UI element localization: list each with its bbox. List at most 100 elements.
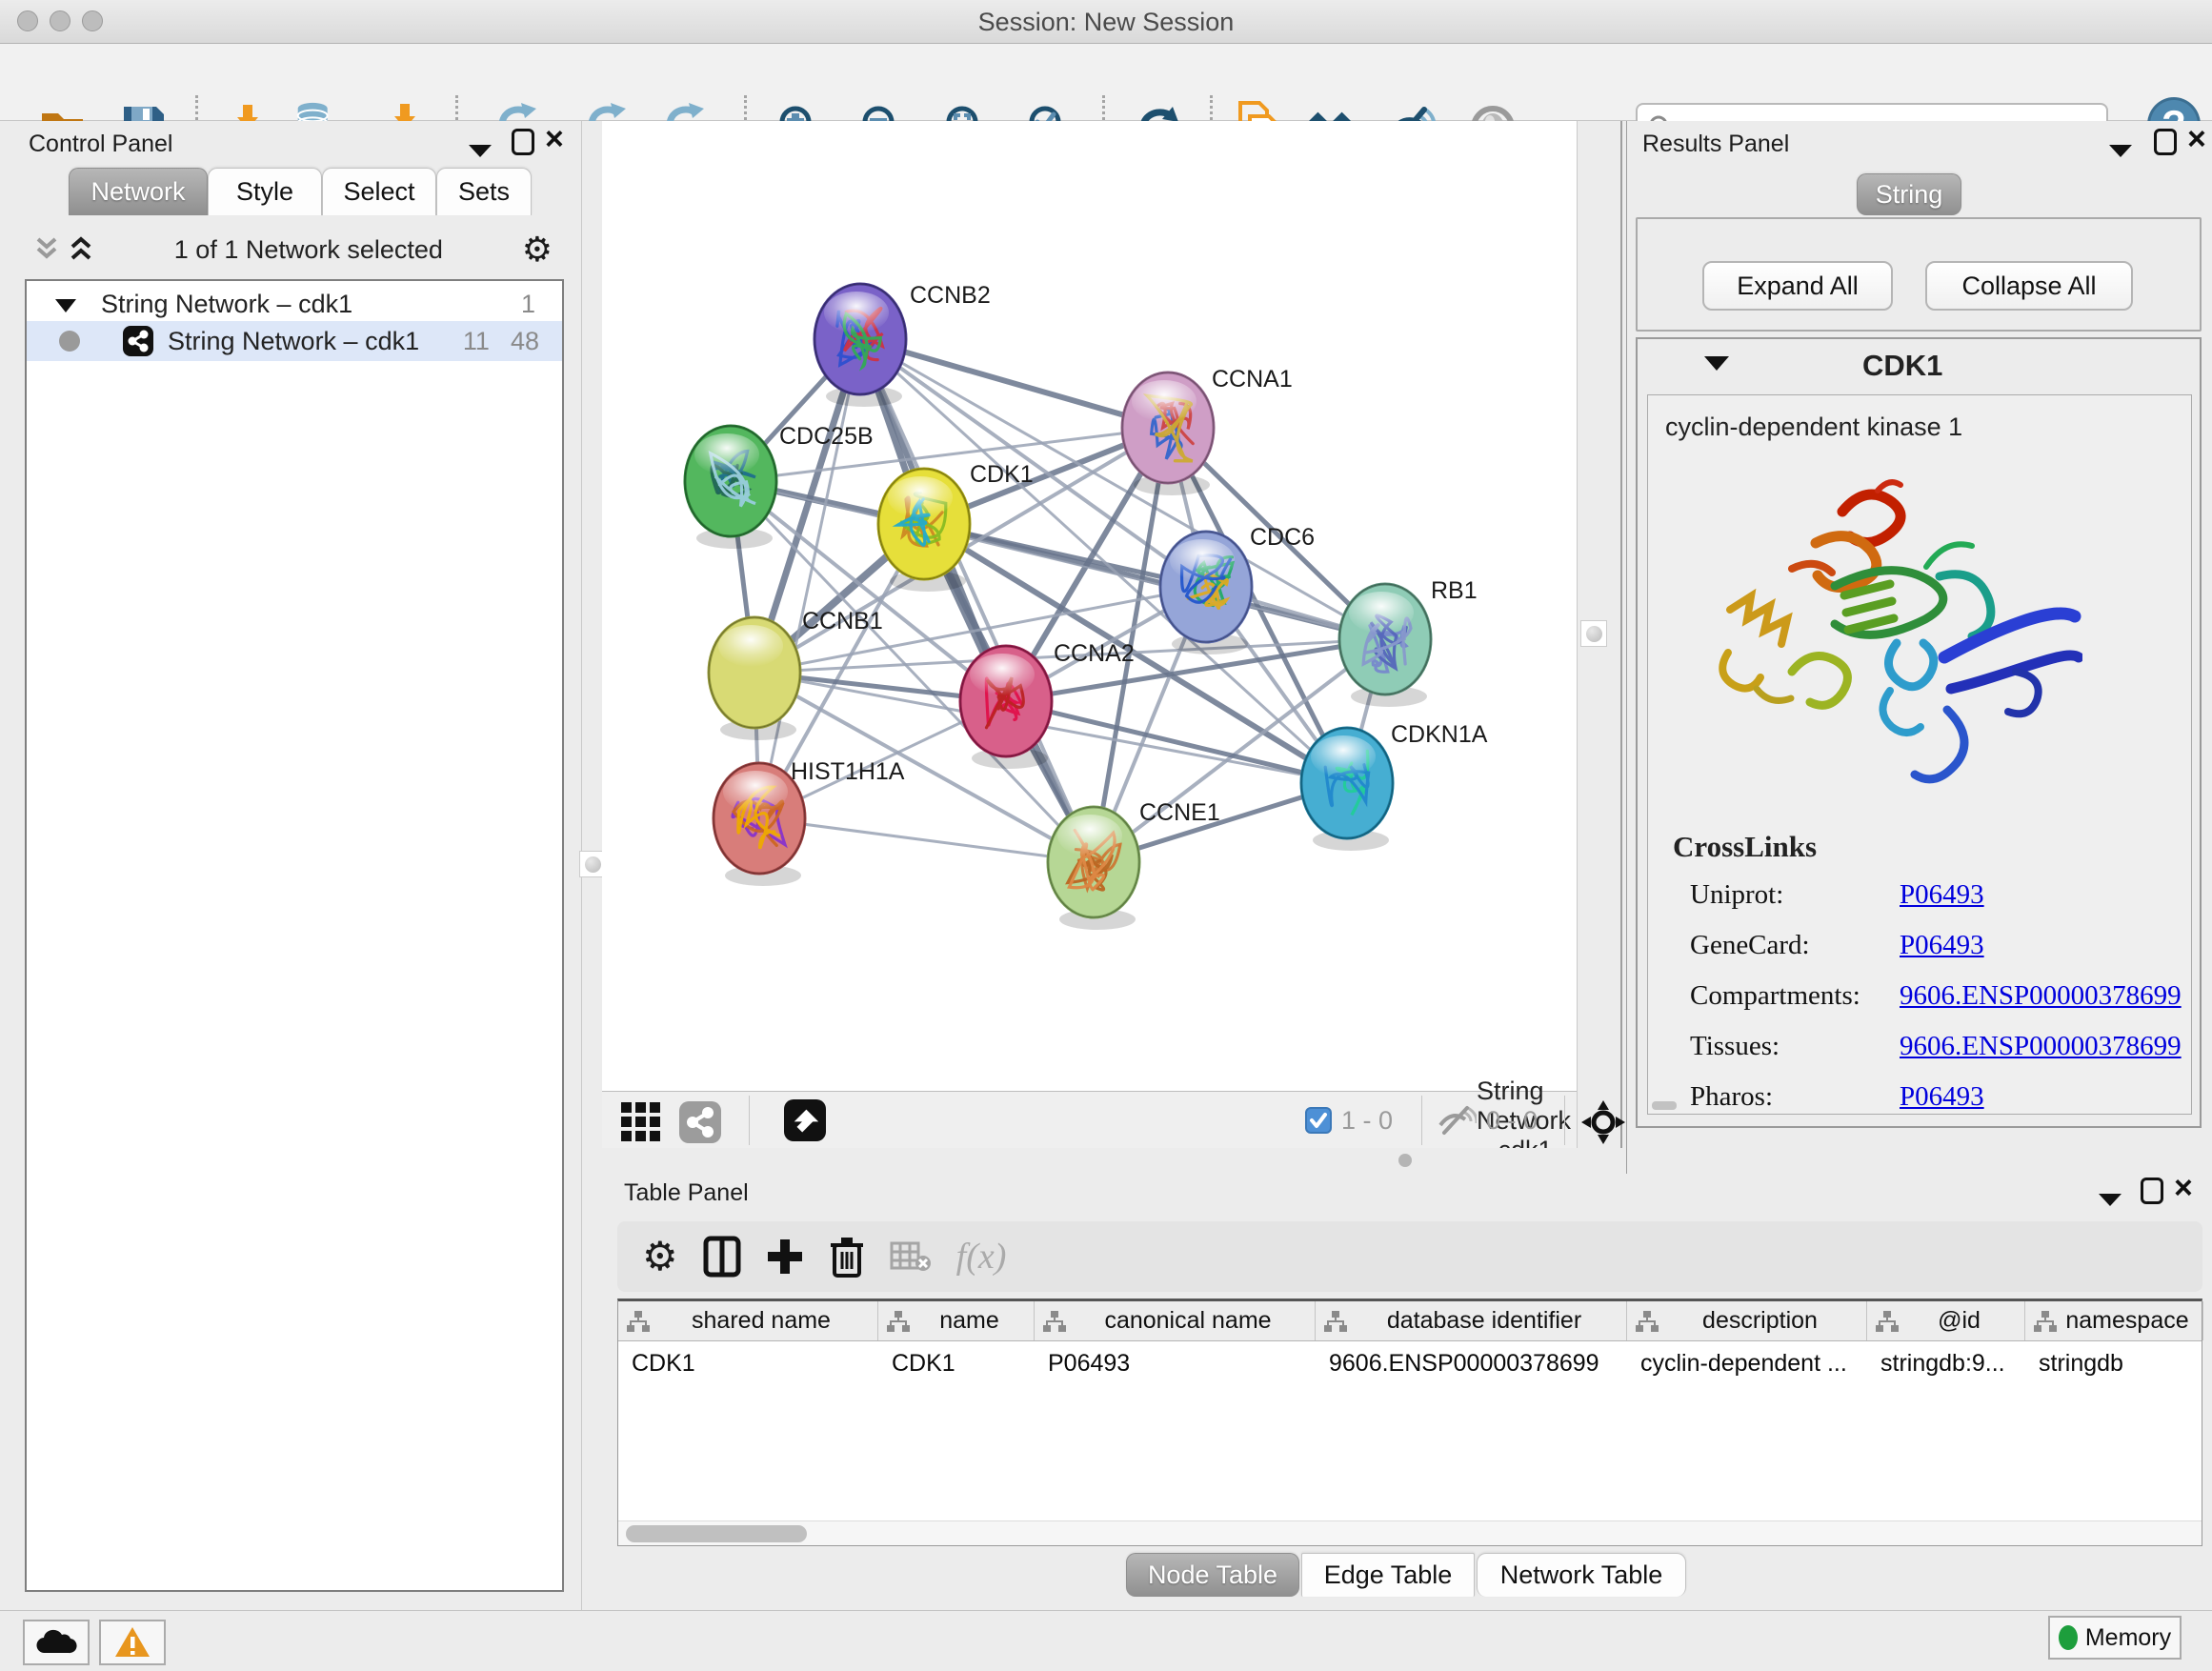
column-header-canonical-name[interactable]: canonical name [1035,1301,1316,1340]
crosslink-row: GeneCard:P06493 [1690,920,2185,971]
tab-sets[interactable]: Sets [436,168,532,215]
crosslink-label: Pharos: [1690,1081,1900,1113]
right-splitter-handle[interactable] [1580,620,1607,647]
birds-eye-view-icon[interactable] [783,1098,827,1142]
network-node-cdc25b[interactable] [685,426,776,549]
control-panel-menu-button[interactable] [469,136,492,161]
tab-string[interactable]: String [1857,173,1961,215]
entry-header[interactable]: CDK1 [1638,339,2200,393]
hidden-eye-icon [1437,1104,1477,1137]
collapse-all-button[interactable]: Collapse All [1925,261,2133,311]
table-panel-close-button[interactable]: × [2174,1172,2193,1204]
crosslink-link[interactable]: 9606.ENSP00000378699 [1900,980,2182,1012]
horizontal-splitter-handle[interactable] [1398,1154,1412,1167]
table-panel: Table Panel × ⚙ [602,1174,2212,1610]
network-node-cdc6[interactable] [1160,532,1252,654]
results-panel-float-button[interactable] [2154,129,2177,155]
network-edge[interactable] [759,818,1094,862]
control-panel-float-button[interactable] [512,129,534,155]
delete-table-icon [890,1239,932,1274]
cloud-icon [35,1628,77,1657]
selected-checkbox-icon[interactable] [1305,1107,1332,1134]
tab-style[interactable]: Style [208,168,322,215]
collapse-all-chevron-icon[interactable] [32,233,61,266]
tab-select[interactable]: Select [322,168,436,215]
node-label-cdkn1a: CDKN1A [1391,721,1488,748]
column-header-namespace[interactable]: namespace [2025,1301,2203,1340]
collection-expand-icon[interactable] [55,290,76,319]
node-label-ccna1: CCNA1 [1212,366,1293,393]
column-header-name[interactable]: name [878,1301,1035,1340]
table-row[interactable]: CDK1CDK1P064939606.ENSP00000378699cyclin… [618,1341,2202,1385]
network-node-ccnb2[interactable] [814,284,906,407]
network-edge[interactable] [860,339,1168,428]
network-node-ccnb1[interactable] [709,617,800,740]
node-label-hist1h1a: HIST1H1A [791,758,905,785]
network-collection-row[interactable]: String Network – cdk1 1 [27,287,562,321]
network-view-canvas[interactable]: CCNB2CCNA1CDC25BCDK1CDC6RB1CCNB1CCNA2CDK… [602,121,1577,1091]
fit-content-crosshair-icon[interactable] [1581,1100,1625,1144]
node-table[interactable]: shared namenamecanonical namedatabase id… [617,1299,2202,1546]
cloud-button[interactable] [23,1620,90,1665]
control-panel-tabs: NetworkStyleSelectSets [69,168,532,215]
network-edge-count: 48 [511,327,539,356]
function-builder-icon: f(x) [956,1236,1007,1278]
column-header--id[interactable]: @id [1867,1301,2025,1340]
network-node-cdkn1a[interactable] [1301,728,1393,851]
column-header-description[interactable]: description [1627,1301,1867,1340]
table-panel-title: Table Panel [624,1179,749,1207]
results-panel-menu-button[interactable] [2109,136,2132,161]
crosslink-row: Uniprot:P06493 [1690,870,2185,920]
crosslink-link[interactable]: P06493 [1900,1081,1984,1113]
right-splitter[interactable] [1577,121,1626,1174]
entry-detail: cyclin-dependent kinase 1 [1647,394,2192,1115]
network-node-ccne1[interactable] [1048,807,1139,930]
table-panel-menu-button[interactable] [2099,1185,2122,1210]
table-cell: cyclin-dependent ... [1627,1341,1867,1385]
tab-edge-table[interactable]: Edge Table [1301,1553,1475,1597]
results-panel-title: Results Panel [1642,131,1789,158]
tab-network[interactable]: Network [69,168,208,215]
string-style-icon[interactable] [678,1100,722,1144]
left-splitter[interactable] [581,121,602,1610]
network-node-rb1[interactable] [1339,584,1431,707]
crosslink-label: Compartments: [1690,980,1900,1012]
entry-scrollbar[interactable] [1652,1101,1677,1110]
crosslinks-title: CrossLinks [1673,830,1817,864]
create-column-plus-icon[interactable] [766,1238,804,1276]
expand-all-chevron-icon[interactable] [67,233,95,266]
crosslink-link[interactable]: P06493 [1900,879,1984,911]
node-label-cdk1: CDK1 [970,461,1034,488]
protein-structure-image [1701,453,2082,815]
table-options-gear-icon[interactable]: ⚙ [642,1237,678,1277]
table-header-row: shared namenamecanonical namedatabase id… [618,1301,2202,1341]
grid-view-icon[interactable] [619,1100,663,1144]
results-button-bar: Expand All Collapse All [1636,217,2202,332]
table-cell: stringdb [2025,1341,2203,1385]
column-header-database-identifier[interactable]: database identifier [1316,1301,1627,1340]
network-label: String Network – cdk1 [168,327,419,356]
delete-column-trash-icon[interactable] [829,1236,865,1278]
network-status-dot [59,331,80,352]
tab-network-table[interactable]: Network Table [1477,1553,1686,1597]
network-edge[interactable] [759,339,860,818]
column-header-shared-name[interactable]: shared name [618,1301,878,1340]
entry-name: CDK1 [1862,349,1942,383]
table-horizontal-scrollbar[interactable] [618,1520,2202,1545]
tab-node-table[interactable]: Node Table [1126,1553,1299,1597]
entry-collapse-icon[interactable] [1704,356,1729,375]
network-graph[interactable]: CCNB2CCNA1CDC25BCDK1CDC6RB1CCNB1CCNA2CDK… [602,121,1577,1091]
results-panel-close-button[interactable]: × [2187,123,2206,155]
table-panel-float-button[interactable] [2141,1178,2163,1204]
network-row-selected[interactable]: String Network – cdk1 11 48 [27,321,562,361]
show-columns-icon[interactable] [703,1236,741,1278]
window-title: Session: New Session [0,8,2212,37]
crosslink-link[interactable]: P06493 [1900,930,1984,961]
memory-button[interactable]: Memory [2048,1616,2182,1660]
expand-all-button[interactable]: Expand All [1702,261,1893,311]
warning-button[interactable] [99,1620,166,1665]
control-panel-close-button[interactable]: × [545,123,564,155]
titlebar: Session: New Session [0,0,2212,44]
crosslink-link[interactable]: 9606.ENSP00000378699 [1900,1031,2182,1062]
network-options-gear-icon[interactable]: ⚙ [522,232,553,267]
